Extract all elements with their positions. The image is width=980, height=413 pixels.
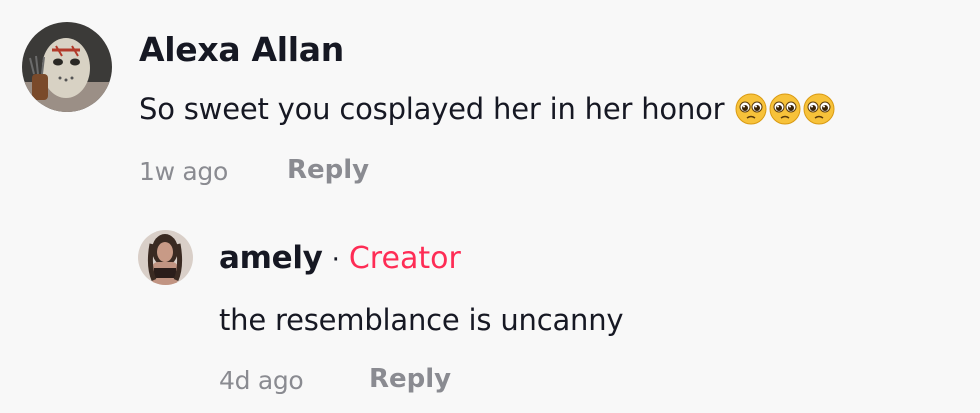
reply-button[interactable]: Reply: [369, 364, 451, 394]
emoji-group: [734, 92, 836, 126]
person-avatar-icon: [138, 230, 193, 285]
creator-badge: Creator: [348, 241, 461, 276]
comment-text-content: So sweet you cosplayed her in her honor: [139, 92, 725, 126]
comment-timestamp: 1w ago: [139, 157, 228, 186]
reply-author-line: amely · Creator: [219, 240, 461, 276]
pleading-face-icon: [803, 93, 835, 125]
comment-text: So sweet you cosplayed her in her honor: [139, 92, 836, 126]
pleading-face-icon: [769, 93, 801, 125]
reply-button[interactable]: Reply: [287, 155, 369, 185]
reply-text: the resemblance is uncanny: [219, 303, 624, 337]
replier-avatar[interactable]: [138, 230, 193, 285]
comment-author-name[interactable]: Alexa Allan: [139, 30, 344, 69]
separator-dot: ·: [331, 245, 340, 275]
reply-author-name[interactable]: amely: [219, 240, 323, 276]
commenter-avatar[interactable]: [22, 22, 112, 112]
reply-timestamp: 4d ago: [219, 366, 304, 395]
masked-figure-avatar-icon: [22, 22, 112, 112]
pleading-face-icon: [735, 93, 767, 125]
